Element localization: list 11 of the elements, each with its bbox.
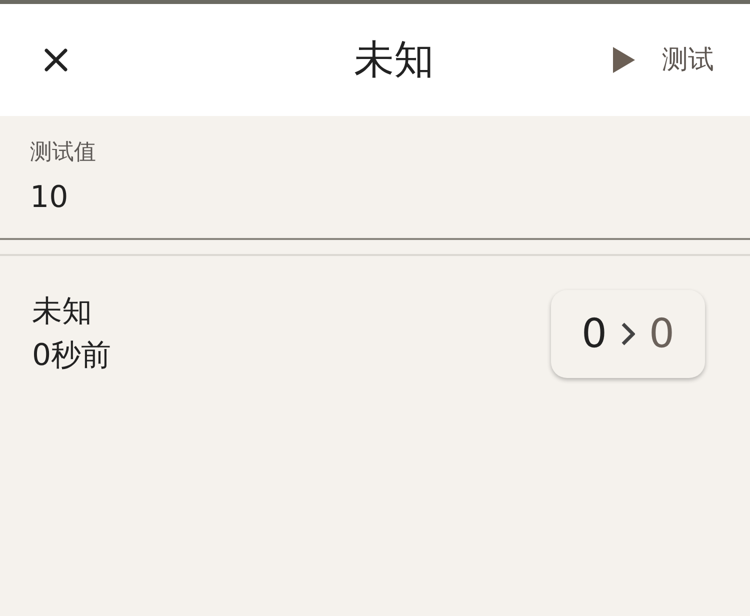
field-value: 10 [30, 179, 70, 217]
from-value: 0 [582, 310, 607, 359]
page-title: 未知 [354, 36, 434, 85]
play-icon [612, 46, 636, 74]
test-button[interactable]: 测试 [612, 40, 714, 80]
field-label: 测试值 [30, 139, 97, 167]
entry-name: 未知 [32, 293, 93, 331]
chevron-right-icon [621, 322, 635, 346]
value-field[interactable]: 测试值 10 [0, 116, 750, 240]
entry-time: 0秒前 [32, 337, 112, 375]
to-value: 0 [649, 310, 674, 359]
